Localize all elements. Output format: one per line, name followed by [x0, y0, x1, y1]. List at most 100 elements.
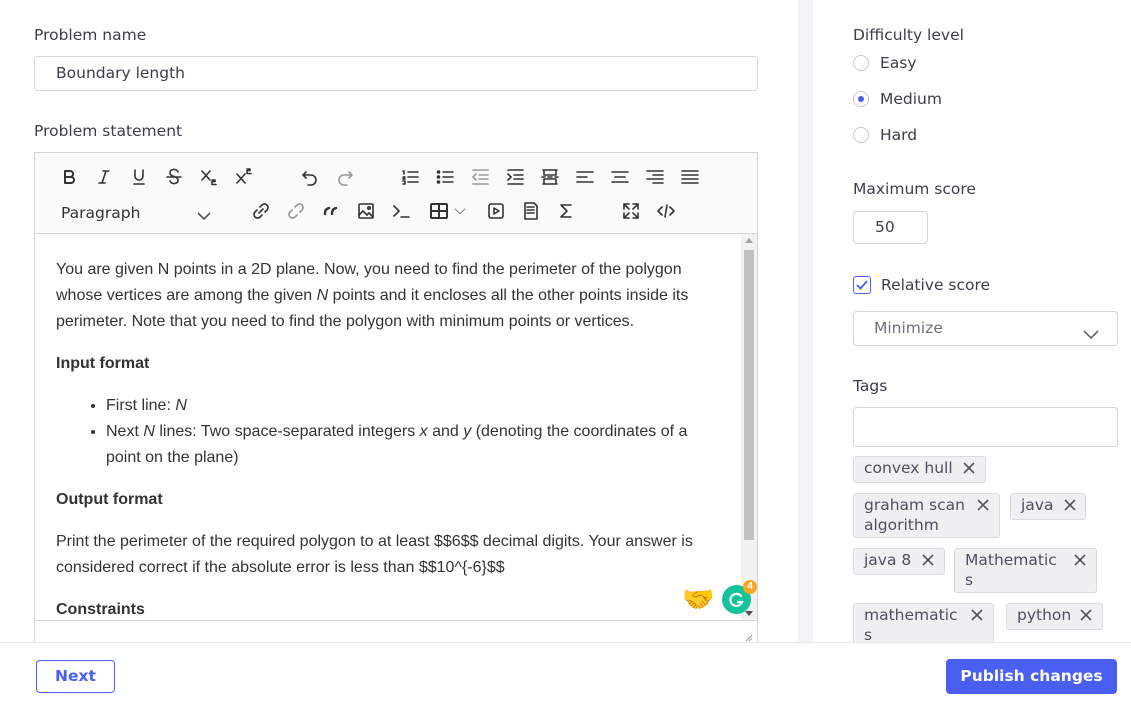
justify-icon[interactable]: [677, 164, 703, 190]
unlink-icon[interactable]: [283, 198, 309, 224]
bullet-list-icon[interactable]: [432, 164, 458, 190]
link-icon[interactable]: [248, 198, 274, 224]
list-text: First line:: [106, 397, 176, 414]
max-score-input[interactable]: 50: [853, 211, 928, 244]
tag-chip: convex hull: [853, 456, 986, 483]
media-icon[interactable]: [483, 198, 509, 224]
page-break-icon[interactable]: [537, 164, 563, 190]
code-block-icon[interactable]: [388, 198, 414, 224]
relative-score-checkbox[interactable]: Relative score: [853, 273, 990, 297]
problem-statement-label: Problem statement: [34, 122, 183, 140]
footer-bar: Next Publish changes: [0, 642, 1131, 708]
block-format-value: Paragraph: [61, 204, 141, 222]
radio-selected-icon[interactable]: [853, 91, 869, 107]
panel-divider: [798, 0, 813, 642]
align-center-icon[interactable]: [607, 164, 633, 190]
difficulty-option-medium[interactable]: Medium: [853, 87, 942, 111]
italic-icon[interactable]: [91, 164, 117, 190]
main-panel: Problem name Boundary length Problem sta…: [0, 0, 798, 642]
check-icon[interactable]: [853, 276, 871, 294]
numbered-list-icon[interactable]: [397, 164, 423, 190]
close-icon[interactable]: [1073, 553, 1087, 567]
tag-chip: python: [1006, 603, 1103, 630]
problem-name-label: Problem name: [34, 26, 147, 44]
image-icon[interactable]: [353, 198, 379, 224]
difficulty-option-easy[interactable]: Easy: [853, 51, 917, 75]
option-label: Easy: [880, 54, 917, 72]
intro-paragraph: You are given N points in a 2D plane. No…: [56, 257, 717, 335]
problem-name-input[interactable]: Boundary length: [34, 56, 758, 91]
scroll-up-arrow[interactable]: [745, 238, 753, 243]
subscript-icon[interactable]: [196, 164, 222, 190]
grammarly-badge: 4: [743, 580, 757, 594]
tag-label: algorithm: [864, 516, 939, 534]
underline-icon[interactable]: [126, 164, 152, 190]
input-format-heading: Input format: [56, 355, 150, 372]
tags-label: Tags: [853, 377, 888, 395]
tag-label: s: [965, 571, 974, 589]
undo-icon[interactable]: [297, 164, 323, 190]
output-format-heading: Output format: [56, 491, 163, 508]
list-text: and: [427, 423, 464, 440]
tag-label: java: [1021, 496, 1054, 514]
close-icon[interactable]: [1063, 498, 1077, 512]
close-icon[interactable]: [1079, 608, 1093, 622]
tag-chip: java: [1010, 493, 1086, 520]
resize-handle-icon[interactable]: [743, 632, 753, 642]
chevron-down-icon: [197, 206, 211, 230]
pdf-icon[interactable]: [518, 198, 544, 224]
superscript-icon[interactable]: [231, 164, 257, 190]
strikethrough-icon[interactable]: [161, 164, 187, 190]
tags-input[interactable]: [853, 407, 1118, 447]
table-icon[interactable]: [426, 198, 452, 224]
settings-panel: Difficulty level Easy Medium Hard Maximu…: [813, 0, 1131, 642]
chevron-down-icon: [1083, 321, 1099, 354]
constraints-heading: Constraints: [56, 601, 145, 618]
fullscreen-icon[interactable]: [618, 198, 644, 224]
block-format-select[interactable]: Paragraph: [61, 201, 211, 225]
align-left-icon[interactable]: [572, 164, 598, 190]
scroll-down-arrow[interactable]: [745, 611, 753, 616]
tag-chip: Mathematic s: [954, 548, 1097, 593]
close-icon[interactable]: [921, 553, 935, 567]
close-icon[interactable]: [970, 608, 984, 622]
difficulty-option-hard[interactable]: Hard: [853, 123, 917, 147]
relative-score-label: Relative score: [881, 276, 991, 294]
outdent-icon[interactable]: [467, 164, 493, 190]
editor-status-bar: [35, 620, 757, 643]
tag-chip: mathematic s: [853, 603, 994, 642]
editor-toolbar: Paragraph: [35, 153, 757, 234]
max-score-label: Maximum score: [853, 180, 976, 198]
handshake-icon[interactable]: 🤝: [682, 585, 714, 613]
next-button[interactable]: Next: [36, 660, 115, 693]
tag-chip: graham scan algorithm: [853, 493, 1000, 538]
tag-label: python: [1017, 606, 1072, 624]
list-var: x: [419, 423, 428, 440]
list-item: First line: N: [106, 393, 717, 419]
list-text: lines: Two space-separated integers: [154, 423, 420, 440]
chevron-down-icon[interactable]: [451, 198, 469, 224]
radio-icon[interactable]: [853, 55, 869, 71]
math-icon[interactable]: [553, 198, 579, 224]
option-label: Medium: [880, 90, 942, 108]
scrollbar-thumb[interactable]: [744, 250, 754, 540]
editor-content[interactable]: You are given N points in a 2D plane. No…: [35, 234, 757, 620]
tag-label: s: [864, 626, 873, 642]
radio-icon[interactable]: [853, 127, 869, 143]
publish-changes-button[interactable]: Publish changes: [946, 659, 1117, 694]
close-icon[interactable]: [976, 498, 990, 512]
output-paragraph: Print the perimeter of the required poly…: [56, 533, 693, 576]
close-icon[interactable]: [962, 461, 976, 475]
source-code-icon[interactable]: [653, 198, 679, 224]
redo-icon[interactable]: [332, 164, 358, 190]
align-right-icon[interactable]: [642, 164, 668, 190]
blockquote-icon[interactable]: [318, 198, 344, 224]
input-format-list: First line: N Next N lines: Two space-se…: [106, 393, 717, 471]
option-label: Hard: [880, 126, 918, 144]
editor-scrollbar[interactable]: [741, 234, 757, 620]
bold-icon[interactable]: [56, 164, 82, 190]
list-var: N: [143, 423, 155, 440]
tag-chip: java 8: [853, 548, 945, 575]
score-mode-select[interactable]: Minimize: [853, 311, 1118, 346]
indent-icon[interactable]: [502, 164, 528, 190]
